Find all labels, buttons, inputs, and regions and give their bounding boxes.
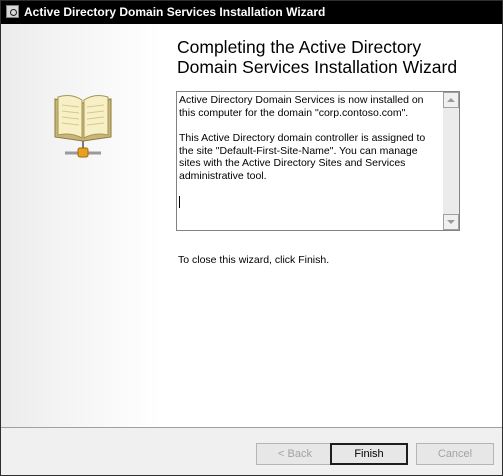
arrow-down-icon (447, 220, 455, 224)
cancel-button[interactable]: Cancel (416, 443, 494, 465)
summary-text: Active Directory Domain Services is now … (179, 94, 441, 195)
finish-button[interactable]: Finish (330, 443, 408, 465)
arrow-up-icon (447, 98, 455, 102)
vertical-scrollbar[interactable] (443, 92, 459, 230)
summary-paragraph-site: This Active Directory domain controller … (179, 132, 426, 182)
scroll-up-button[interactable] (443, 92, 459, 108)
close-instruction: To close this wizard, click Finish. (178, 254, 330, 266)
summary-textbox[interactable]: Active Directory Domain Services is now … (176, 91, 460, 231)
button-bar: < Back Finish Cancel (1, 427, 502, 475)
summary-paragraph-install: Active Directory Domain Services is now … (179, 94, 424, 119)
open-book-network-icon (54, 95, 112, 158)
side-panel (1, 24, 161, 427)
page-title: Completing the Active Directory Domain S… (177, 37, 458, 77)
scroll-down-button[interactable] (443, 214, 459, 230)
window-title: Active Directory Domain Services Install… (24, 5, 326, 19)
wizard-app-icon (6, 5, 19, 18)
back-button[interactable]: < Back (256, 443, 334, 465)
text-caret (179, 196, 180, 208)
wizard-window: Active Directory Domain Services Install… (0, 0, 503, 476)
title-bar[interactable]: Active Directory Domain Services Install… (1, 1, 502, 24)
